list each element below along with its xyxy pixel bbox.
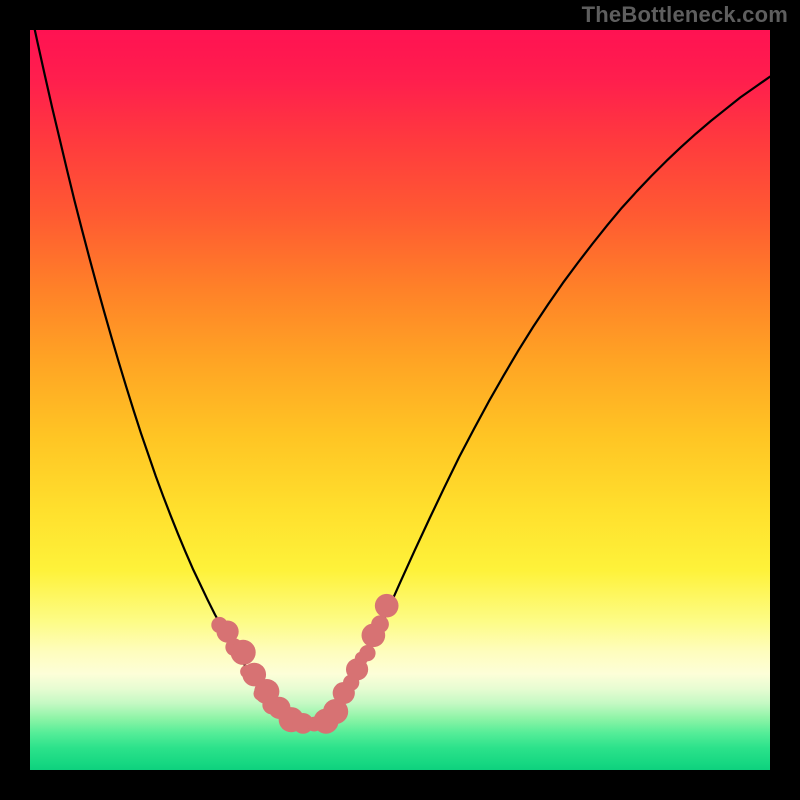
- marker-dot: [375, 594, 399, 618]
- marker-dot: [231, 640, 256, 665]
- chart-overlay-svg: [30, 30, 770, 770]
- watermark-text: TheBottleneck.com: [582, 2, 788, 28]
- marker-dot: [371, 615, 389, 633]
- marker-dot: [359, 645, 375, 661]
- bottleneck-curve: [30, 30, 770, 724]
- bottleneck-curve-path: [30, 30, 770, 724]
- marker-dots: [211, 594, 398, 734]
- chart-plot-area: [30, 30, 770, 770]
